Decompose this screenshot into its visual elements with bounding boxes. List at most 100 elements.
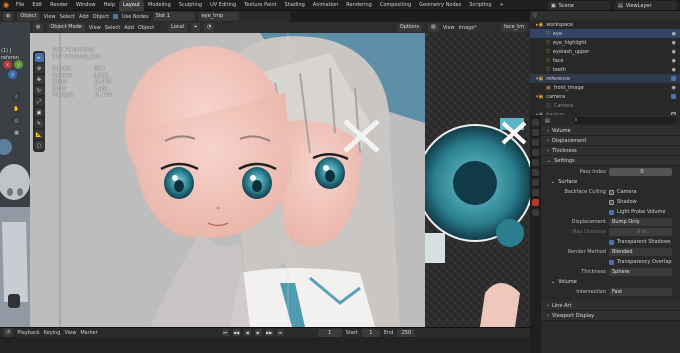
visibility-eye-icon[interactable]: ◉: [672, 85, 676, 91]
menu-help[interactable]: Help: [100, 0, 119, 11]
editor-type2-icon[interactable]: ◍: [33, 23, 44, 32]
rotate-tool-icon[interactable]: ↻: [34, 86, 44, 95]
outliner-row-eye[interactable]: ▽ eye ◉: [530, 29, 680, 38]
timeline-editor-icon[interactable]: ◷: [3, 328, 14, 337]
image-editor-type-icon[interactable]: ▧: [428, 23, 439, 32]
gizmo-y-icon[interactable]: y: [14, 60, 23, 69]
displacement-dropdown[interactable]: Bump Only: [609, 218, 672, 226]
tab-geometry-nodes[interactable]: Geometry Nodes: [415, 0, 465, 11]
current-frame-field[interactable]: 1: [317, 328, 342, 337]
blender-logo-icon[interactable]: ◉: [0, 0, 12, 11]
tab-scripting[interactable]: Scripting: [465, 0, 495, 11]
transparent-shadows-checkbox[interactable]: [609, 239, 614, 245]
next-key-icon[interactable]: ▶▶: [265, 329, 273, 336]
measure-tool-icon[interactable]: 📐: [34, 130, 44, 139]
gizmo-z-icon[interactable]: z: [8, 70, 17, 79]
tab-compositing[interactable]: Compositing: [376, 0, 415, 11]
play-icon[interactable]: ▶: [254, 329, 262, 336]
editor-type-icon[interactable]: ◍: [3, 12, 14, 21]
timeline-area[interactable]: [0, 337, 530, 353]
select-tool-icon[interactable]: ▸: [34, 53, 44, 62]
outliner-row-camera-collection[interactable]: ▾▣ camera: [530, 92, 680, 101]
main-viewport[interactable]: ▸ ⊕ ✥ ↻ ⤢ ▣ ✎ 📐 ▢ User Perspective (1) |…: [30, 33, 425, 327]
scale-tool-icon[interactable]: ⤢: [34, 97, 44, 106]
thickness-dropdown[interactable]: Sphere: [609, 268, 672, 276]
tab-sculpting[interactable]: Sculpting: [175, 0, 206, 11]
visibility-eye-icon[interactable]: ◉: [672, 40, 676, 46]
prev-key-icon[interactable]: ◀◀: [232, 329, 240, 336]
outliner-row-workspace[interactable]: ▸▣ workspace: [530, 20, 680, 29]
tab-layout[interactable]: Layout: [119, 0, 144, 11]
jump-start-icon[interactable]: ⏮: [221, 329, 229, 336]
mode-dropdown[interactable]: Object: [17, 12, 40, 21]
menu2-select[interactable]: Select: [105, 25, 120, 31]
outliner-row-reference[interactable]: ▾▣ reference: [530, 74, 680, 83]
data-tab-icon[interactable]: [532, 189, 539, 196]
menu2-view[interactable]: View: [89, 25, 101, 31]
menu-window[interactable]: Window: [72, 0, 100, 11]
tab-rendering[interactable]: Rendering: [342, 0, 376, 11]
visibility-eye-icon[interactable]: ◉: [672, 49, 676, 55]
annotate-tool-icon[interactable]: ✎: [34, 119, 44, 128]
tool-tab-icon[interactable]: [532, 119, 539, 126]
menu-edit[interactable]: Edit: [28, 0, 46, 11]
gizmo-x-icon[interactable]: x: [3, 60, 12, 69]
start-frame-field[interactable]: 1: [361, 328, 380, 337]
material-tab-icon[interactable]: [532, 199, 539, 206]
world-tab-icon[interactable]: [532, 159, 539, 166]
left-viewport[interactable]: (1) | referen x y z ⌕ ✋ ◎ ▦: [0, 22, 30, 327]
material-dropdown[interactable]: eye_tmp: [198, 12, 239, 21]
proportional-icon[interactable]: ◔: [203, 23, 215, 32]
menu-select[interactable]: Select: [60, 14, 75, 20]
outliner-row-front-image[interactable]: ▣ front_image ◉: [530, 83, 680, 92]
backface-camera-checkbox[interactable]: [609, 189, 614, 195]
volume-subpanel[interactable]: ⌄ Volume: [541, 277, 680, 287]
properties-search-input[interactable]: ⌕: [572, 117, 676, 124]
menu2-object[interactable]: Object: [138, 25, 154, 31]
add-workspace-button[interactable]: +: [496, 0, 508, 11]
object-tab-icon[interactable]: [532, 169, 539, 176]
outliner-row-eye-highlight[interactable]: ▽ eye_highlight ◉: [530, 38, 680, 47]
outliner-row-face[interactable]: ▽ face ◉: [530, 56, 680, 65]
outliner-row-camera[interactable]: ◫ Camera: [530, 101, 680, 110]
visibility-eye-icon[interactable]: ◉: [672, 67, 676, 73]
visibility-eye-icon[interactable]: ◉: [672, 31, 676, 37]
object-mode-dropdown[interactable]: Object Mode: [47, 23, 85, 32]
texture-tab-icon[interactable]: [532, 209, 539, 216]
output-tab-icon[interactable]: [532, 139, 539, 146]
panel-line-art[interactable]: › Line Art: [541, 301, 680, 311]
menu-render[interactable]: Render: [46, 0, 72, 11]
menu-object[interactable]: Object: [93, 14, 109, 20]
outliner-filter-icon[interactable]: ▽: [533, 13, 537, 19]
view-layer-selector[interactable]: ▤ ViewLayer: [615, 1, 677, 10]
timeline-menu-keying[interactable]: Keying: [44, 330, 61, 336]
tab-shading[interactable]: Shading: [280, 0, 308, 11]
panel-volume[interactable]: › Volume: [541, 126, 680, 136]
menu-file[interactable]: File: [12, 0, 28, 11]
grid-view-icon[interactable]: ▦: [12, 128, 21, 137]
panel-thickness[interactable]: › Thickness: [541, 146, 680, 156]
tab-texture-paint[interactable]: Texture Paint: [240, 0, 280, 11]
timeline-menu-view[interactable]: View: [64, 330, 76, 336]
transparency-overlap-checkbox[interactable]: [609, 259, 614, 265]
move-tool-icon[interactable]: ✥: [34, 75, 44, 84]
slot-dropdown[interactable]: Slot 1: [152, 12, 195, 21]
max-distance-field[interactable]: 0 m: [609, 228, 672, 236]
use-nodes-checkbox[interactable]: [112, 14, 118, 19]
tab-uv-editing[interactable]: UV Editing: [206, 0, 240, 11]
outliner-row-eyelash-upper[interactable]: ▽ eyelash_upper ◉: [530, 47, 680, 56]
panel-viewport-display[interactable]: › Viewport Display: [541, 311, 680, 321]
collection-enable-checkbox[interactable]: [671, 94, 676, 99]
snap-icon[interactable]: ⌖: [191, 23, 200, 32]
transform-tool-icon[interactable]: ▣: [34, 108, 44, 117]
image-menu-view[interactable]: View: [443, 25, 455, 31]
render-method-dropdown[interactable]: Blended: [609, 248, 672, 256]
options-dropdown[interactable]: Options: [396, 23, 422, 32]
zoom-icon[interactable]: ⌕: [12, 92, 21, 101]
menu-add[interactable]: Add: [79, 14, 89, 20]
camera-view-icon[interactable]: ◎: [12, 116, 21, 125]
collection-enable-checkbox[interactable]: [671, 76, 676, 81]
add-cube-tool-icon[interactable]: ▢: [34, 141, 44, 150]
cursor-tool-icon[interactable]: ⊕: [34, 64, 44, 73]
light-probe-volume-checkbox[interactable]: [609, 209, 614, 215]
